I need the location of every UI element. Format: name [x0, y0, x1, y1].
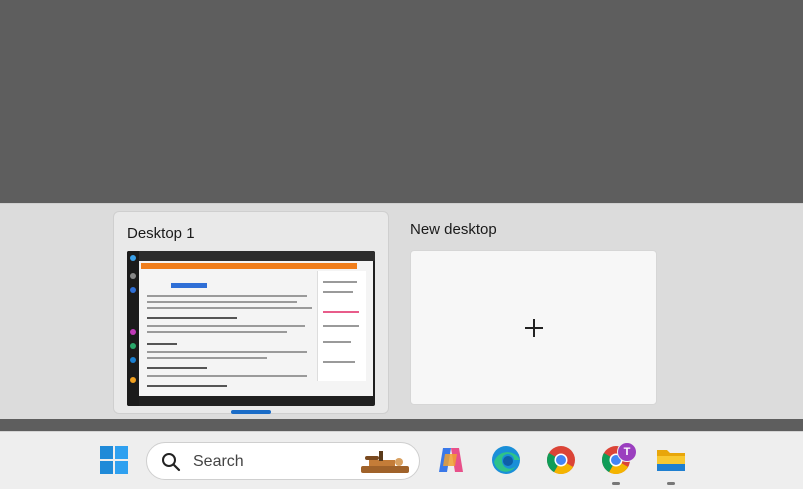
search-box[interactable]: Search [146, 442, 420, 480]
thumbnail-text-line [323, 325, 359, 327]
thumbnail-text-line [323, 341, 351, 343]
thumbnail-button [171, 283, 207, 288]
thumbnail-text-line [147, 351, 307, 353]
thumbnail-text-line [323, 361, 355, 363]
taskbar: Search [0, 431, 803, 489]
desktop-thumbnail[interactable] [127, 251, 375, 406]
thumbnail-text-line [147, 331, 287, 333]
thumbnail-text-line [323, 281, 357, 283]
thumbnail-text-line [147, 295, 307, 297]
desktop-background-strip [0, 419, 803, 431]
thumbnail-dot [130, 357, 136, 363]
thumbnail-dot [130, 287, 136, 293]
file-explorer-icon[interactable] [655, 444, 687, 476]
edge-icon[interactable] [490, 444, 522, 476]
thumbnail-dot [130, 329, 136, 335]
new-desktop-button[interactable] [410, 250, 657, 405]
thumbnail-dot [130, 255, 136, 261]
thumbnail-dot [130, 377, 136, 383]
search-label: Search [193, 453, 244, 470]
thumbnail-text-line [147, 325, 305, 327]
thumbnail-text-line [147, 367, 207, 369]
chrome-icon[interactable] [545, 444, 577, 476]
thumbnail-dot [130, 273, 136, 279]
search-icon [162, 453, 181, 472]
search-highlight-icon [361, 451, 409, 473]
thumbnail-accent-bar [141, 263, 357, 269]
desktop-background [0, 0, 803, 203]
active-desktop-indicator [231, 410, 271, 414]
desktop-title: Desktop 1 [127, 225, 195, 242]
thumbnail-text-line [147, 343, 177, 345]
running-indicator [667, 482, 675, 485]
thumbnail-topbar [139, 251, 375, 261]
thumbnail-dot [130, 343, 136, 349]
thumbnail-text-line [323, 291, 353, 293]
thumbnail-text-line [147, 385, 227, 387]
thumbnail-text-line [147, 357, 267, 359]
plus-icon [524, 318, 544, 338]
thumbnail-text-line [147, 301, 297, 303]
copilot-icon[interactable] [435, 444, 467, 476]
thumbnail-text-line [147, 317, 237, 319]
thumbnail-text-line [147, 307, 312, 309]
thumbnail-text-line [147, 375, 307, 377]
desktop-title: New desktop [410, 221, 497, 238]
running-indicator [612, 482, 620, 485]
profile-badge: T [617, 442, 637, 462]
task-view-desktop-switcher: Desktop 1 New desktop [0, 203, 803, 420]
thumbnail-text-line [323, 311, 359, 313]
desktop-card-new[interactable]: New desktop [400, 211, 676, 414]
start-icon[interactable] [98, 444, 130, 476]
desktop-card-1[interactable]: Desktop 1 [113, 211, 389, 414]
